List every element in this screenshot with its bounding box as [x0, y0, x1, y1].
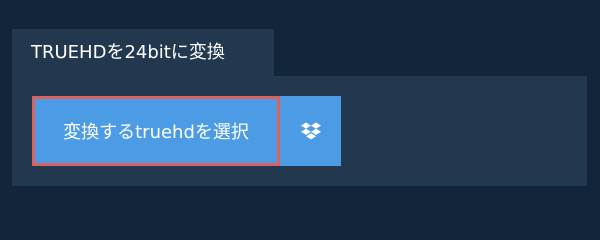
upload-panel: 変換するtruehdを選択 [12, 76, 587, 186]
dropbox-button[interactable] [280, 96, 341, 166]
dropbox-icon [300, 122, 321, 140]
select-file-button[interactable]: 変換するtruehdを選択 [32, 96, 280, 166]
converter-page: TRUEHDを24bitに変換 変換するtruehdを選択 [0, 0, 600, 230]
page-title: TRUEHDを24bitに変換 [12, 29, 274, 76]
